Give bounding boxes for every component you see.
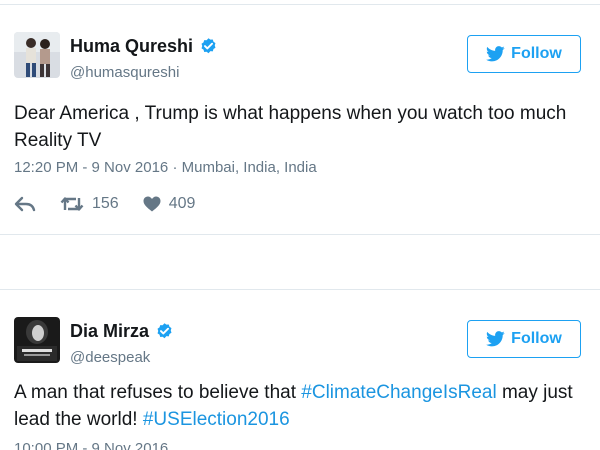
tweet-actions: 156 409 [14, 195, 219, 213]
author-name-row: Huma Qureshi [70, 36, 218, 57]
reply-icon [14, 196, 36, 212]
tweet-embeds-page: Huma Qureshi @humasqureshi Follow Dear A… [0, 0, 600, 450]
avatar[interactable] [14, 317, 60, 363]
like-action[interactable]: 409 [143, 195, 196, 213]
tweet-location[interactable]: Mumbai, India, India [182, 159, 317, 176]
hashtag-link[interactable]: #USElection2016 [143, 409, 290, 430]
retweet-icon [60, 197, 84, 211]
twitter-bird-icon [486, 46, 505, 62]
tweet-text-part: A man that refuses to believe that [14, 382, 302, 403]
verified-badge-icon [155, 322, 174, 341]
meta-separator: · [172, 159, 182, 176]
retweet-action[interactable]: 156 [60, 195, 119, 213]
tweet-meta: 12:20 PM - 9 Nov 2016 · Mumbai, India, I… [14, 159, 317, 176]
author-display-name[interactable]: Huma Qureshi [70, 36, 193, 57]
author-display-name[interactable]: Dia Mirza [70, 321, 149, 342]
follow-button-label: Follow [511, 45, 562, 62]
heart-icon [143, 196, 161, 212]
like-count: 409 [168, 195, 196, 212]
avatar[interactable] [14, 32, 60, 78]
follow-button[interactable]: Follow [467, 35, 581, 73]
tweet-card-dia-mirza: Dia Mirza @deespeak Follow A man that re… [0, 289, 600, 450]
tweet-timestamp[interactable]: 12:20 PM - 9 Nov 2016 [14, 159, 168, 176]
verified-badge-icon [199, 37, 218, 56]
follow-button-label: Follow [511, 330, 562, 347]
tweet-meta: 10:00 PM - 9 Nov 2016 [14, 440, 168, 450]
reply-action[interactable] [14, 196, 36, 212]
author-name-row: Dia Mirza [70, 321, 174, 342]
tweet-text: A man that refuses to believe that #Clim… [14, 379, 574, 433]
tweet-text: Dear America , Trump is what happens whe… [14, 103, 567, 151]
tweet-timestamp[interactable]: 10:00 PM - 9 Nov 2016 [14, 440, 168, 450]
hashtag-link[interactable]: #ClimateChangeIsReal [301, 382, 496, 403]
author-handle[interactable]: @deespeak [70, 349, 150, 366]
retweet-count: 156 [92, 195, 119, 212]
twitter-bird-icon [486, 331, 505, 347]
tweet-card-huma-qureshi: Huma Qureshi @humasqureshi Follow Dear A… [0, 4, 600, 235]
follow-button[interactable]: Follow [467, 320, 581, 358]
author-handle[interactable]: @humasqureshi [70, 64, 179, 81]
